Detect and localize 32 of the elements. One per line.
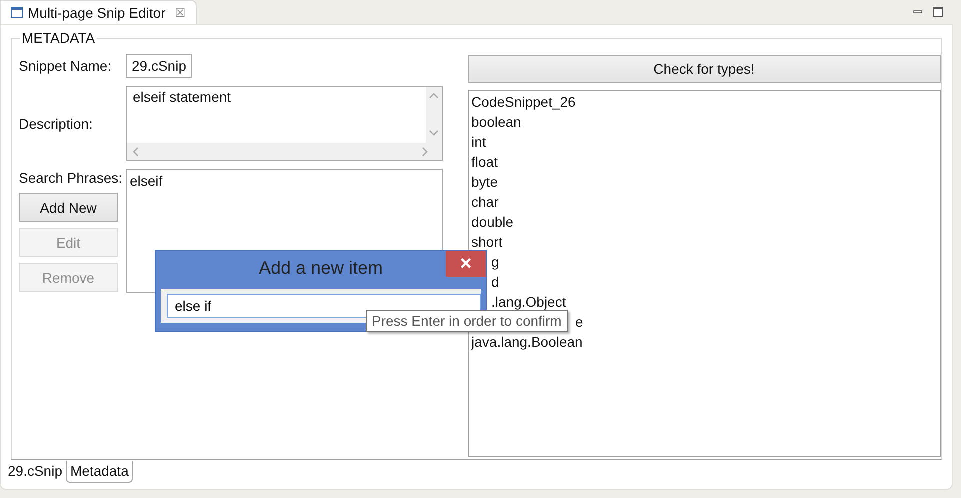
type-item[interactable]: d <box>492 274 500 290</box>
dialog-title: Add a new item <box>258 258 384 278</box>
page-tab[interactable]: 29.cSnip <box>4 461 66 483</box>
editor-tab[interactable]: Multi-page Snip Editor ☒ <box>0 0 197 24</box>
type-item[interactable]: short <box>472 234 503 250</box>
type-item[interactable]: double <box>472 214 514 230</box>
snippet-name-label: Snippet Name: <box>19 58 113 74</box>
group-title: METADATA <box>20 30 98 46</box>
description-label: Description: <box>19 116 94 132</box>
type-item[interactable]: .lang.Object <box>492 294 566 310</box>
close-button[interactable]: × <box>446 251 486 277</box>
window-icon <box>11 7 23 18</box>
check-types-button[interactable]: Check for types! <box>468 55 941 83</box>
type-item[interactable]: e <box>576 314 584 330</box>
type-item[interactable]: CodeSnippet_26 <box>472 94 576 110</box>
tooltip: Press Enter in order to confirm <box>366 310 568 332</box>
type-item[interactable]: java.lang.Boolean <box>472 334 583 350</box>
type-item[interactable]: float <box>472 154 498 170</box>
type-item[interactable]: char <box>472 194 499 210</box>
action-button[interactable]: Add New <box>19 193 118 222</box>
phrase-item[interactable]: elseif <box>130 173 439 189</box>
close-tab-icon[interactable]: ☒ <box>174 6 186 20</box>
search-phrases-label: Search Phrases: <box>19 169 124 187</box>
snippet-name-field[interactable]: 29.cSnip <box>126 54 192 78</box>
type-item[interactable]: int <box>472 134 486 150</box>
editor-tab-title: Multi-page Snip Editor <box>28 4 166 20</box>
page-tab[interactable]: Metadata <box>66 461 133 483</box>
description-field[interactable]: elseif statement <box>126 86 443 161</box>
type-item[interactable]: g <box>492 254 500 270</box>
maximize-icon[interactable] <box>933 7 943 17</box>
type-item[interactable]: boolean <box>472 114 522 130</box>
type-item[interactable]: byte <box>472 174 498 190</box>
